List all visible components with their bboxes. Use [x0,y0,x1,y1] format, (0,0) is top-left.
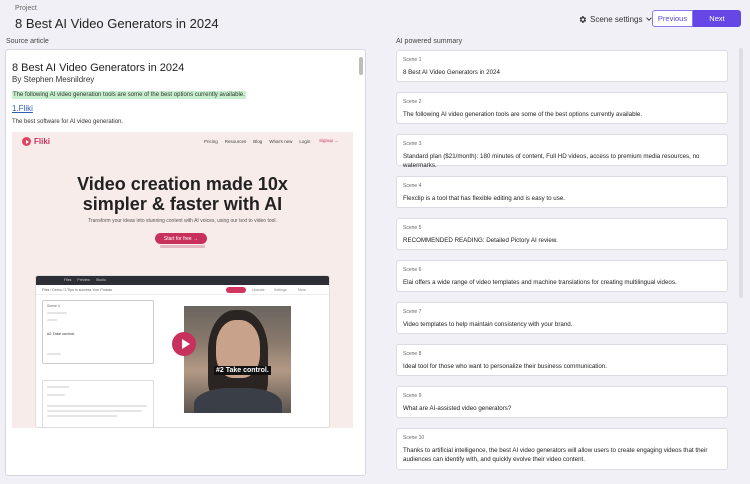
fliki-screenshot: Fliki Pricing Resources Blog What's new … [12,132,353,428]
app-breadcrumb: Files / Demo / 3 Tips to success Your Po… [42,288,113,292]
screenshot-navbar: Fliki Pricing Resources Blog What's new … [12,132,353,152]
app-tab: Preview [77,278,90,282]
header: Project 8 Best AI Video Generators in 20… [0,0,750,36]
screenshot-menu-item: Blog [253,139,263,144]
app-mini-label: More [298,288,306,292]
highlighted-sentence: The following AI video generation tools … [12,91,246,99]
fliki-logo: Fliki [22,137,50,146]
scene-card[interactable]: Scene 6 Elai offers a wide range of vide… [396,260,728,292]
scene-text: 8 Best AI Video Generators in 2024 [403,69,500,76]
screenshot-signup: Signup → [319,138,339,143]
hero-subtitle: Transform your ideas into stunning conte… [88,218,277,224]
scene-text: Thanks to artificial intelligence, the b… [403,447,708,463]
fliki-logo-icon [22,137,31,146]
article-description: The best software for AI video generatio… [12,119,124,125]
right-scrollbar[interactable] [739,48,743,298]
video-caption: #2 Take control. [214,366,271,375]
play-icon [172,332,196,356]
hero-headline-line1: Video creation made 10x [77,174,288,194]
scene-card[interactable]: Scene 2 The following AI video generatio… [396,92,728,124]
scene-number: Scene 10 [403,435,425,441]
scene-number: Scene 1 [403,57,422,63]
app-mini-label: Settings [274,288,287,292]
article-author: By Stephen Mesnildrey [12,75,95,84]
app-tab: Studio [95,278,106,282]
screenshot-menu-item: Pricing [204,139,218,144]
hero-note [160,245,205,248]
scene-text: Ideal tool for those who want to persona… [403,363,607,370]
source-article-panel[interactable]: 8 Best AI Video Generators in 2024 By St… [5,49,366,476]
scene-number: Scene 7 [403,309,422,315]
article-title: 8 Best AI Video Generators in 2024 [12,62,185,74]
scene-settings-label: Scene settings [590,14,643,24]
scene-number: Scene 6 [403,267,422,273]
scene-card[interactable]: Scene 9 What are AI-assisted video gener… [396,386,728,418]
previous-button[interactable]: Previous [652,10,693,27]
left-scrollbar[interactable] [358,53,364,473]
app-tab: Files [64,278,72,282]
scene-text: What are AI-assisted video generators? [403,405,512,412]
placeholder-line [47,394,65,396]
scene-card[interactable]: Scene 10 Thanks to artificial intelligen… [396,428,728,470]
screenshot-menu: Pricing Resources Blog What's new Login [204,139,310,144]
scene-text: Standard plan ($21/month): 180 minutes o… [403,153,700,169]
scene-card[interactable]: Scene 3 Standard plan ($21/month): 180 m… [396,134,728,169]
screenshot-menu-item: Resources [224,139,247,144]
scene-number: Scene 8 [403,351,422,357]
app-scene-card [42,380,154,427]
scene-number: Scene 9 [403,393,422,399]
scene-card[interactable]: Scene 8 Ideal tool for those who want to… [396,344,728,376]
scene-settings-dropdown[interactable]: Scene settings [578,13,653,25]
ai-summary-label: AI powered summary [396,38,463,45]
scene-card[interactable]: Scene 7 Video templates to help maintain… [396,302,728,334]
scene-text: Elai offers a wide range of video templa… [403,279,677,286]
placeholder-line [47,312,67,314]
hero-cta: Start for free → [155,233,207,244]
scene-text: Flexclip is a tool that has flexible edi… [403,195,565,202]
placeholder-line [47,319,57,321]
app-toolbar: Files / Demo / 3 Tips to success Your Po… [36,285,329,295]
scene-card[interactable]: Scene 4 Flexclip is a tool that has flex… [396,176,728,208]
scene-number: Scene 3 [403,141,422,147]
app-scene-card: Scene 4 #2 Take control. [42,300,154,364]
next-button[interactable]: Next [693,10,741,27]
placeholder-line [47,410,142,412]
screenshot-menu-item: What's new [269,139,293,144]
scene-text: The following AI video generation tools … [403,111,643,118]
scene-number: Scene 4 [403,183,422,189]
page-title: 8 Best AI Video Generators in 2024 [15,16,219,31]
app-scene-text: #2 Take control. [47,331,76,336]
video-person-shirt [194,388,282,413]
hero-headline-line2: simpler & faster with AI [82,194,283,214]
project-eyebrow: Project [15,5,37,12]
fliki-brand-text: Fliki [34,137,51,146]
gear-icon [578,15,587,24]
scene-number: Scene 5 [403,225,422,231]
app-mini-label: Upscale [252,288,265,292]
placeholder-line [47,386,69,388]
fliki-link[interactable]: 1.Fliki [12,104,33,113]
scene-text: RECOMMENDED READING: Detailed Pictory AI… [403,237,558,244]
placeholder-line [47,405,147,407]
screenshot-menu-item: Login [299,139,311,144]
app-scene-label: Scene 4 [47,304,60,308]
placeholder-line [47,353,61,355]
source-article-label: Source article [6,38,49,45]
scene-card[interactable]: Scene 1 8 Best AI Video Generators in 20… [396,50,728,82]
scene-card[interactable]: Scene 5 RECOMMENDED READING: Detailed Pi… [396,218,728,250]
video-preview: #2 Take control. [184,306,291,413]
scene-number: Scene 2 [403,99,422,105]
placeholder-line [47,415,117,417]
app-titlebar: Files Preview Studio [36,276,329,285]
scene-text: Video templates to help maintain consist… [403,321,573,328]
app-export-pill [226,287,246,293]
app-tabs: Files Preview Studio [64,278,106,282]
left-scrollbar-thumb[interactable] [359,57,363,75]
